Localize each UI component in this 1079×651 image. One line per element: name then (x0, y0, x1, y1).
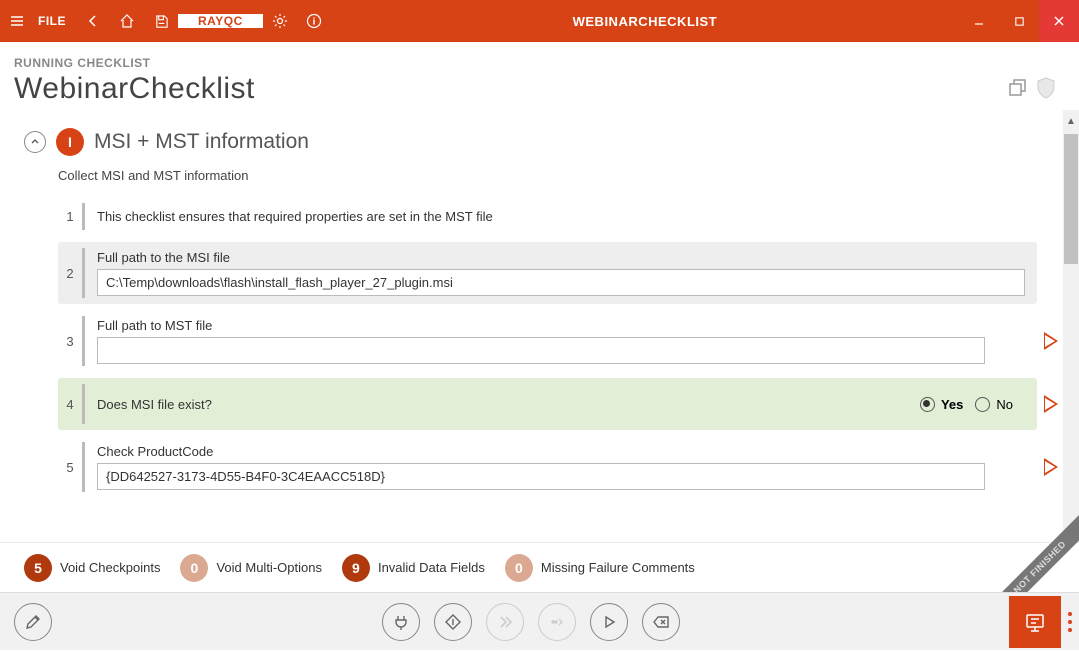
close-button[interactable] (1039, 0, 1079, 42)
run-button[interactable] (1037, 458, 1065, 476)
maximize-button[interactable] (999, 0, 1039, 42)
summary-badge: 0 (180, 554, 208, 582)
titlebar-left: FILE RAYQC (0, 0, 331, 42)
row-number: 2 (58, 242, 82, 304)
info-icon[interactable] (297, 0, 331, 42)
row-number: 5 (58, 436, 82, 498)
checklist-row: 3 Full path to MST file (58, 304, 1037, 378)
copy-icon[interactable] (1007, 77, 1029, 104)
checklist-row: 2 Full path to the MSI file (58, 242, 1037, 304)
summary-item: 0 Void Multi-Options (180, 554, 322, 582)
vertical-scrollbar[interactable]: ▲ ▼ (1063, 110, 1079, 540)
minimize-button[interactable] (959, 0, 999, 42)
summary-item: 9 Invalid Data Fields (342, 554, 485, 582)
window-title: WEBINARCHECKLIST (331, 0, 959, 42)
field-label: Full path to the MSI file (97, 250, 1025, 269)
continue-button (538, 603, 576, 641)
checklist-row: 1 This checklist ensures that required p… (58, 191, 1037, 242)
title-bar: FILE RAYQC WEBINARCHECKLIST (0, 0, 1079, 42)
radio-yes-label: Yes (941, 397, 963, 412)
save-icon[interactable] (144, 0, 178, 42)
field-label: Does MSI file exist? (97, 397, 212, 412)
section-badge: I (56, 128, 84, 156)
settings-icon[interactable] (263, 0, 297, 42)
shield-icon[interactable] (1035, 76, 1057, 105)
back-icon[interactable] (76, 0, 110, 42)
section-title: MSI + MST information (94, 130, 309, 154)
summary-badge: 9 (342, 554, 370, 582)
summary-label: Void Multi-Options (216, 560, 322, 575)
page-header: RUNNING CHECKLIST WebinarChecklist (0, 42, 1079, 112)
radio-no[interactable] (975, 397, 990, 412)
collapse-toggle[interactable] (24, 131, 46, 153)
section-header: I MSI + MST information (24, 110, 1065, 164)
bottom-toolbar (0, 592, 1079, 650)
tag-button[interactable] (434, 603, 472, 641)
mst-path-input[interactable] (97, 337, 985, 364)
summary-item: 0 Missing Failure Comments (505, 554, 695, 582)
plugin-button[interactable] (382, 603, 420, 641)
section-description: Collect MSI and MST information (58, 164, 1065, 191)
file-menu[interactable]: FILE (34, 14, 76, 28)
field-label: Full path to MST file (97, 318, 1025, 337)
clear-button[interactable] (642, 603, 680, 641)
checklist-row: 5 Check ProductCode (58, 430, 1037, 504)
scroll-up-icon[interactable]: ▲ (1063, 112, 1079, 130)
home-icon[interactable] (110, 0, 144, 42)
page-title: WebinarChecklist (14, 72, 255, 106)
run-button[interactable] (1037, 395, 1065, 413)
summary-item: 5 Void Checkpoints (24, 554, 160, 582)
msi-path-input[interactable] (97, 269, 1025, 296)
tab-rayqc[interactable]: RAYQC (178, 14, 263, 28)
play-button[interactable] (590, 603, 628, 641)
summary-label: Void Checkpoints (60, 560, 160, 575)
summary-label: Missing Failure Comments (541, 560, 695, 575)
summary-badge: 5 (24, 554, 52, 582)
checklist-content: I MSI + MST information Collect MSI and … (0, 110, 1079, 540)
radio-no-label: No (996, 397, 1013, 412)
summary-badge: 0 (505, 554, 533, 582)
row-text: This checklist ensures that required pro… (97, 205, 1025, 228)
scrollbar-thumb[interactable] (1064, 134, 1078, 264)
report-button[interactable] (1009, 596, 1061, 648)
row-number: 4 (58, 378, 82, 430)
radio-yes[interactable] (920, 397, 935, 412)
forward-button (486, 603, 524, 641)
menu-icon[interactable] (0, 0, 34, 42)
edit-button[interactable] (14, 603, 52, 641)
titlebar-right (959, 0, 1079, 42)
productcode-input[interactable] (97, 463, 985, 490)
run-button[interactable] (1037, 332, 1065, 350)
summary-label: Invalid Data Fields (378, 560, 485, 575)
page-subtitle: RUNNING CHECKLIST (14, 56, 255, 70)
checklist-row: 4 Does MSI file exist? Yes No (58, 378, 1037, 430)
row-number: 1 (58, 197, 82, 236)
summary-bar: 5 Void Checkpoints 0 Void Multi-Options … (0, 542, 1079, 592)
more-button[interactable] (1061, 593, 1079, 651)
yes-no-group: Yes No (920, 397, 1025, 412)
field-label: Check ProductCode (97, 444, 1025, 463)
row-number: 3 (58, 310, 82, 372)
